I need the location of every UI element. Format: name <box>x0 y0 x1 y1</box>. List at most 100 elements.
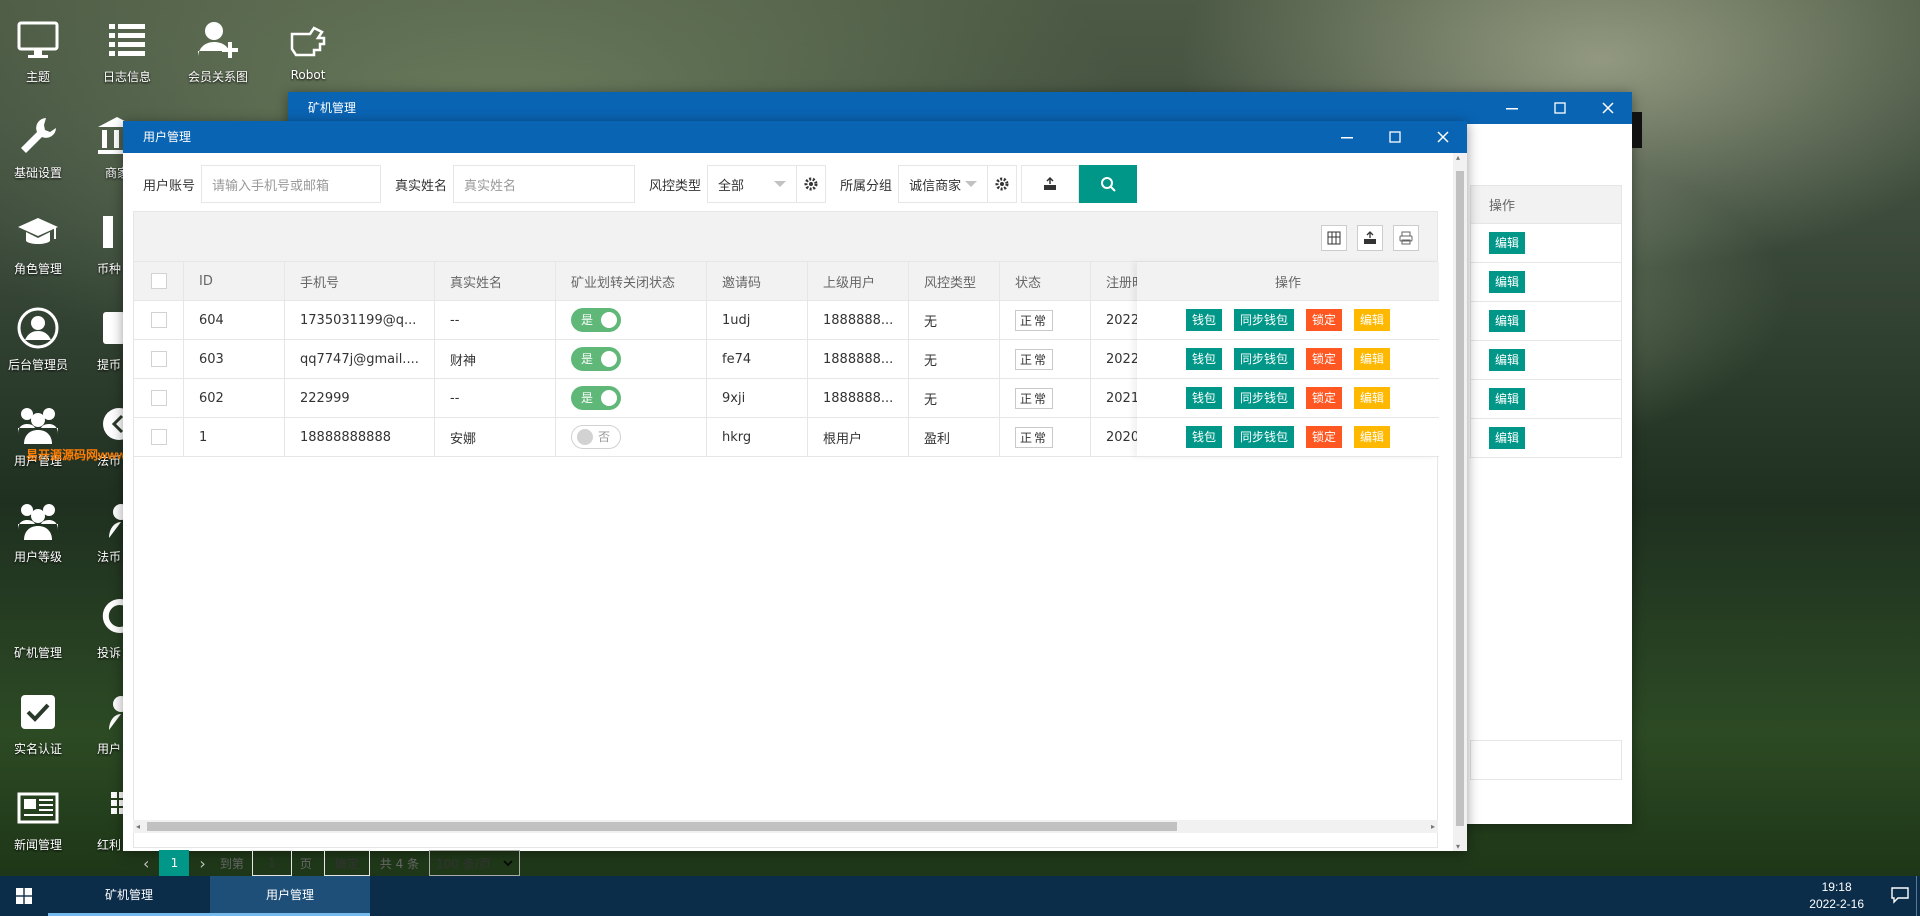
window-titlebar[interactable]: 矿机管理 <box>288 92 1632 124</box>
group-select[interactable]: 诚信商家 <box>898 165 989 203</box>
goto-confirm-button[interactable]: 确定 <box>323 850 370 876</box>
edit-button[interactable]: 编辑 <box>1489 271 1526 293</box>
close-icon <box>1437 131 1449 143</box>
scroll-right-arrow-icon[interactable]: ▸ <box>1431 822 1435 831</box>
window-titlebar[interactable]: 用户管理 <box>123 121 1467 153</box>
desktop-icon-kyc[interactable]: 实名认证 <box>0 690 76 757</box>
print-button[interactable] <box>1393 225 1419 251</box>
sync-wallet-button[interactable]: 同步钱包 <box>1233 426 1294 448</box>
wallet-button[interactable]: 钱包 <box>1185 426 1222 448</box>
taskbar-item-miners[interactable]: 矿机管理 <box>48 876 210 916</box>
desktop-icon-logs[interactable]: 日志信息 <box>89 18 165 85</box>
close-button[interactable] <box>1584 92 1632 124</box>
column-filter-button[interactable] <box>1321 225 1347 251</box>
desktop-icon-user-levels[interactable]: 用户等级 <box>0 498 76 565</box>
desktop-icon-miners[interactable]: 矿机管理 <box>0 594 76 661</box>
edit-button[interactable]: 编辑 <box>1354 309 1391 331</box>
wallet-button[interactable]: 钱包 <box>1185 309 1222 331</box>
lock-button[interactable]: 锁定 <box>1306 348 1343 370</box>
edit-button[interactable]: 编辑 <box>1354 348 1391 370</box>
row-checkbox[interactable] <box>150 390 167 406</box>
minimize-button[interactable] <box>1323 121 1371 153</box>
mining-transfer-toggle[interactable]: 是 <box>571 347 621 371</box>
group-settings-button[interactable] <box>987 165 1018 203</box>
realname-input[interactable]: 真实姓名 <box>453 165 636 203</box>
maximize-icon <box>1389 131 1401 143</box>
edit-button[interactable]: 编辑 <box>1489 232 1526 254</box>
select-all-cell <box>134 262 184 300</box>
desktop-icon-roles[interactable]: 角色管理 <box>0 210 76 277</box>
prev-page-icon[interactable]: ‹ <box>143 854 149 873</box>
sync-wallet-button[interactable]: 同步钱包 <box>1233 348 1294 370</box>
vertical-scrollbar[interactable]: ▴ ▾ <box>1453 153 1467 851</box>
header-realname[interactable]: 真实姓名 <box>435 262 556 300</box>
notification-button[interactable] <box>1890 886 1910 907</box>
horizontal-scrollbar[interactable]: ◂ ▸ <box>133 820 1438 833</box>
mining-transfer-toggle[interactable]: 是 <box>571 308 621 332</box>
pagination: ‹ 1 › 到第 1 页 确定 共 4 条 100 条/页 <box>143 848 520 878</box>
select-all-checkbox[interactable] <box>150 273 167 289</box>
mining-transfer-toggle[interactable]: 否 <box>571 425 621 449</box>
table-toolbar <box>134 212 1437 262</box>
header-phone[interactable]: 手机号 <box>285 262 435 300</box>
row-checkbox[interactable] <box>150 429 167 445</box>
lock-button[interactable]: 锁定 <box>1306 426 1343 448</box>
header-operations: 操作 <box>1274 275 1301 291</box>
edit-button[interactable]: 编辑 <box>1489 310 1526 332</box>
table-export-button[interactable] <box>1357 225 1383 251</box>
edit-button[interactable]: 编辑 <box>1489 427 1526 449</box>
goto-page-input[interactable]: 1 <box>251 850 292 876</box>
header-status[interactable]: 状态 <box>1000 262 1091 300</box>
scroll-left-arrow-icon[interactable]: ◂ <box>136 822 140 831</box>
mining-transfer-toggle[interactable]: 是 <box>571 386 621 410</box>
row-checkbox[interactable] <box>150 312 167 328</box>
sync-wallet-button[interactable]: 同步钱包 <box>1233 309 1294 331</box>
maximize-button[interactable] <box>1371 121 1419 153</box>
header-risk-type[interactable]: 风控类型 <box>909 262 1000 300</box>
row-checkbox[interactable] <box>150 351 167 367</box>
vertical-scroll-thumb[interactable] <box>1456 171 1464 826</box>
desktop-icon-settings[interactable]: 基础设置 <box>0 114 76 181</box>
horizontal-scroll-thumb[interactable] <box>147 822 1177 831</box>
edit-button[interactable]: 编辑 <box>1489 349 1526 371</box>
current-page[interactable]: 1 <box>159 850 190 876</box>
search-button[interactable] <box>1079 165 1138 203</box>
risk-type-select[interactable]: 全部 <box>707 165 798 203</box>
lock-button[interactable]: 锁定 <box>1306 387 1343 409</box>
back-window-table: 操作 编辑 编辑 编辑 编辑 编辑 编辑 <box>1470 185 1622 458</box>
maximize-button[interactable] <box>1536 92 1584 124</box>
start-button[interactable] <box>0 876 48 916</box>
account-input[interactable]: 请输入手机号或邮箱 <box>201 165 382 203</box>
scroll-up-arrow-icon[interactable]: ▴ <box>1456 153 1460 162</box>
wallet-button[interactable]: 钱包 <box>1185 348 1222 370</box>
next-page-icon[interactable]: › <box>199 854 205 873</box>
header-mining-transfer[interactable]: 矿业划转关闭状态 <box>556 262 707 300</box>
scroll-down-arrow-icon[interactable]: ▾ <box>1456 842 1460 851</box>
edit-button[interactable]: 编辑 <box>1354 426 1391 448</box>
header-id[interactable]: ID <box>184 262 285 300</box>
desktop-icon-robot[interactable]: Robot <box>270 18 346 82</box>
wrench-icon <box>21 118 56 153</box>
taskbar-item-users[interactable]: 用户管理 <box>210 876 370 916</box>
desktop-icon-theme[interactable]: 主题 <box>0 18 76 85</box>
header-parent-user[interactable]: 上级用户 <box>808 262 909 300</box>
minimize-button[interactable] <box>1488 92 1536 124</box>
close-button[interactable] <box>1419 121 1467 153</box>
edit-button[interactable]: 编辑 <box>1354 387 1391 409</box>
wallet-button[interactable]: 钱包 <box>1185 387 1222 409</box>
users-icon <box>18 408 58 444</box>
cell-parent-user: 根用户 <box>808 418 909 456</box>
page-size-select[interactable]: 100 条/页 <box>429 850 520 876</box>
desktop-icon-admins[interactable]: 后台管理员 <box>0 306 76 373</box>
lock-button[interactable]: 锁定 <box>1306 309 1343 331</box>
export-button[interactable] <box>1021 165 1080 203</box>
edit-button[interactable]: 编辑 <box>1489 388 1526 410</box>
show-desktop-button[interactable] <box>1916 876 1920 916</box>
sync-wallet-button[interactable]: 同步钱包 <box>1233 387 1294 409</box>
system-clock[interactable]: 19:18 2022-2-16 <box>1809 879 1864 913</box>
risk-settings-button[interactable] <box>796 165 827 203</box>
desktop-icon-member-graph[interactable]: 会员关系图 <box>180 18 256 85</box>
header-invite-code[interactable]: 邀请码 <box>707 262 808 300</box>
user-management-window[interactable]: 用户管理 用户账号 请输入手机号或邮箱 真实姓名 真实姓名 风控类型 全部 所属… <box>123 121 1467 876</box>
desktop-icon-news[interactable]: 新闻管理 <box>0 786 76 853</box>
